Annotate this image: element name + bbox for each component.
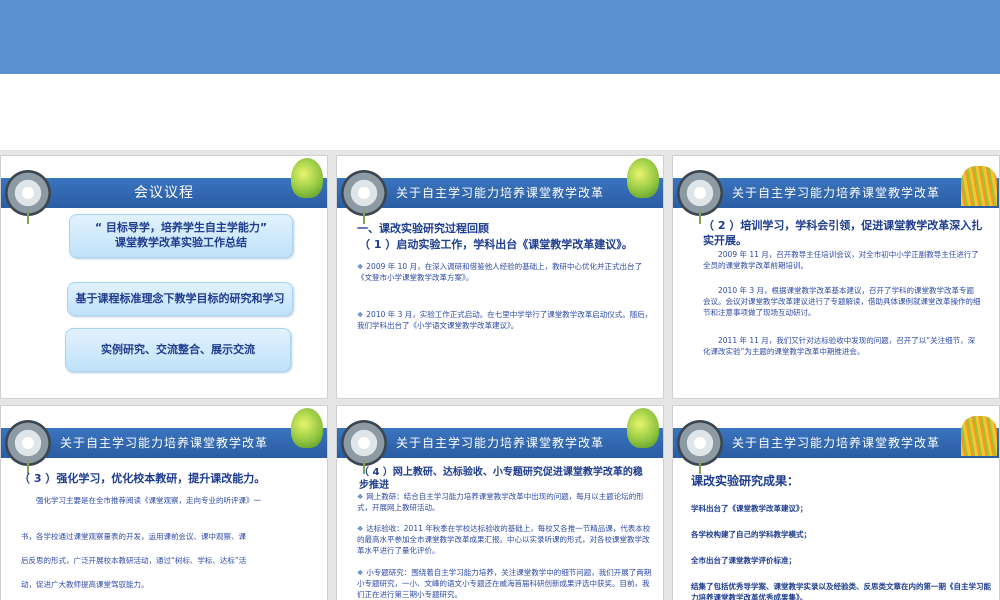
paragraph: 强化学习主要是在全市推荐阅读《课堂观察，走向专业的听评课》一 — [36, 496, 261, 505]
slide-1[interactable]: 会议议程 “ 目标导学，培养学生自主学能力” 课堂教学改革实验工作总结 基于课程… — [0, 155, 328, 399]
slide-title: 关于自主学习能力培养课堂教学改革 — [395, 436, 604, 450]
paragraph: 后反思的形式，广泛开展校本教研活动，通过“树标、学标、达标”活 — [21, 556, 247, 565]
agenda-item-2[interactable]: 基于课程标准理念下教学目标的研究和学习 — [67, 282, 293, 316]
slide-grid: 会议议程 “ 目标导学，培养学生自主学能力” 课堂教学改革实验工作总结 基于课程… — [0, 150, 1000, 600]
agenda-item-3[interactable]: 实例研究、交流整合、展示交流 — [65, 328, 291, 372]
slide-title: 会议议程 — [134, 185, 194, 201]
result-item: 全市出台了课堂教学评价标准； — [691, 556, 796, 565]
slide-title: 关于自主学习能力培养课堂教学改革 — [59, 436, 268, 450]
slide-title: 关于自主学习能力培养课堂教学改革 — [731, 186, 940, 200]
results-heading: 课改实验研究成果： — [691, 474, 800, 488]
subsection-heading: （ 4 ）网上教研、达标验收、小专题研究促进课堂教学改革的稳步推进 — [359, 467, 643, 491]
section-heading: 一、课改实验研究过程回顾 — [357, 222, 489, 235]
subsection-heading: （ 3 ）强化学习，优化校本教研，提升课改能力。 — [19, 472, 266, 485]
result-item: 学科出台了《课堂教学改革建议》； — [691, 504, 808, 513]
slide-2[interactable]: 关于自主学习能力培养课堂教学改革 一、课改实验研究过程回顾 （ 1 ）启动实验工… — [336, 155, 664, 399]
top-banner — [0, 0, 1000, 74]
paragraph: 2011 年 11 月，我们又针对达标验收中发现的问题，召开了以“关注细节，深化… — [703, 336, 976, 356]
slide-title: 关于自主学习能力培养课堂教学改革 — [395, 186, 604, 200]
paragraph: 网上教研：结合自主学习能力培养课堂教学改革中出现的问题，每月以主题论坛的形式，开… — [357, 492, 653, 514]
paragraph: 书，各学校通过课堂观察量表的开发，运用课前会议、课中观察、课 — [21, 532, 246, 541]
slide-title: 关于自主学习能力培养课堂教学改革 — [731, 436, 940, 450]
result-item: 各学校构建了自己的学科教学模式； — [691, 530, 811, 539]
paragraph: 2009 年 10 月，在深入调研和借鉴他人经验的基础上，教研中心优化并正式出台… — [357, 262, 643, 284]
paragraph: 2010 年 3 月，实验工作正式启动。在七里中学举行了课堂教学改革启动仪式。随… — [357, 310, 653, 332]
result-item: 结集了包括优秀导学案、课堂教学实录以及经验类、反思类文章在内的第一期《自主学习能… — [691, 582, 991, 600]
paragraph: 小专题研究：围绕着自主学习能力培养，关注课堂教学中的细节问题，我们开展了两期小专… — [357, 568, 653, 600]
subsection-heading: （ 2 ）培训学习，学科会引领，促进课堂教学改革深入扎实开展。 — [703, 219, 983, 248]
paragraph: 达标验收：2011 年秋季在学校达标验收的基础上，每校又各推一节精品课，代表本校… — [357, 524, 653, 557]
slide-6[interactable]: 关于自主学习能力培养课堂教学改革 课改实验研究成果： 学科出台了《课堂教学改革建… — [672, 405, 1000, 600]
subsection-heading: （ 1 ）启动实验工作，学科出台《课堂教学改革建议》。 — [359, 238, 633, 251]
agenda-item-1[interactable]: “ 目标导学，培养学生自主学能力” 课堂教学改革实验工作总结 — [69, 214, 293, 258]
slide-4[interactable]: 关于自主学习能力培养课堂教学改革 （ 3 ）强化学习，优化校本教研，提升课改能力… — [0, 405, 328, 600]
slide-3[interactable]: 关于自主学习能力培养课堂教学改革 （ 2 ）培训学习，学科会引领，促进课堂教学改… — [672, 155, 1000, 399]
paragraph: 2009 年 11 月，召开教导主任培训会议，对全市初中小学正副教导主任进行了全… — [703, 250, 979, 270]
paragraph: 动，促进广大教师提高课堂驾驭能力。 — [21, 580, 149, 589]
slide-5[interactable]: 关于自主学习能力培养课堂教学改革 （ 4 ）网上教研、达标验收、小专题研究促进课… — [336, 405, 664, 600]
paragraph: 2010 年 3 月，根据课堂教学改革基本建议，召开了学科的课堂教学改革专题会议… — [703, 286, 981, 317]
